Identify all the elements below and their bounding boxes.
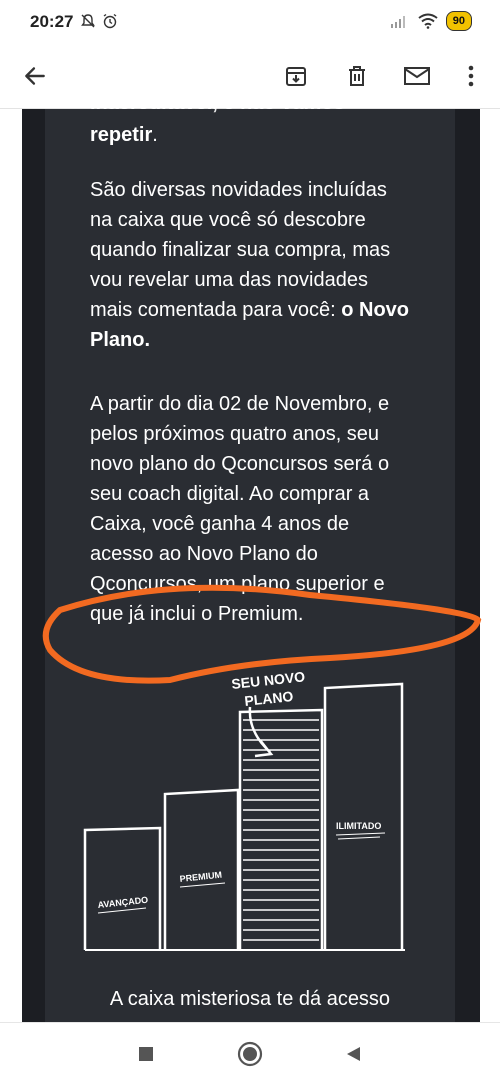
back-triangle-icon xyxy=(347,1047,360,1061)
delete-icon xyxy=(349,66,365,86)
archive-icon xyxy=(286,67,306,86)
alarm-icon xyxy=(103,13,117,29)
back-arrow-icon xyxy=(25,67,45,85)
back-nav-button[interactable] xyxy=(339,1040,367,1068)
bottom-line: A caixa misteriosa te dá acesso xyxy=(109,988,391,1010)
mute-icon xyxy=(81,14,95,28)
paragraph-3: A partir do dia 02 de Novembro, e pelos … xyxy=(90,393,390,625)
battery-indicator: 90 xyxy=(445,11,472,31)
archive-button[interactable] xyxy=(276,56,316,96)
back-button[interactable] xyxy=(15,56,55,96)
home-circle-icon xyxy=(237,1041,263,1067)
new-plan-arrow xyxy=(248,706,274,758)
signal-icon xyxy=(390,16,405,28)
label-new-plan-line2: PLANO xyxy=(244,688,295,709)
bar-new-plan-stripes xyxy=(243,719,319,941)
home-button[interactable] xyxy=(236,1040,264,1068)
more-vert-icon xyxy=(468,65,474,87)
plans-bar-illustration: AVANÇADO PREMIUM SEU NOVO PLANO ILIMITAD… xyxy=(83,672,405,951)
bar-advanced xyxy=(83,826,162,950)
bar-label-premium: PREMIUM xyxy=(179,870,222,884)
bar-label-unlimited: ILIMITADO xyxy=(336,821,381,831)
delete-button[interactable] xyxy=(337,56,377,96)
mail-icon xyxy=(404,67,430,85)
more-options-button[interactable] xyxy=(451,56,491,96)
bar-label-advanced: AVANÇADO xyxy=(97,895,148,910)
system-nav-bar xyxy=(0,1022,500,1083)
recents-square-icon xyxy=(139,1047,153,1061)
paragraph-2: São diversas novidades incluídas na caix… xyxy=(90,179,410,351)
status-time: 20:27 xyxy=(30,12,74,31)
bar-premium xyxy=(163,788,240,950)
paragraph-1-end: repetir. xyxy=(90,124,158,146)
label-new-plan-line1: SEU NOVO xyxy=(231,672,306,692)
wifi-icon xyxy=(418,13,438,29)
cut-off-line: inacreditável, e não vamos xyxy=(90,92,345,114)
recents-button[interactable] xyxy=(132,1040,160,1068)
status-bar: 20:27 90 xyxy=(0,0,500,44)
mark-unread-button[interactable] xyxy=(397,56,437,96)
bar-unlimited xyxy=(323,682,404,950)
